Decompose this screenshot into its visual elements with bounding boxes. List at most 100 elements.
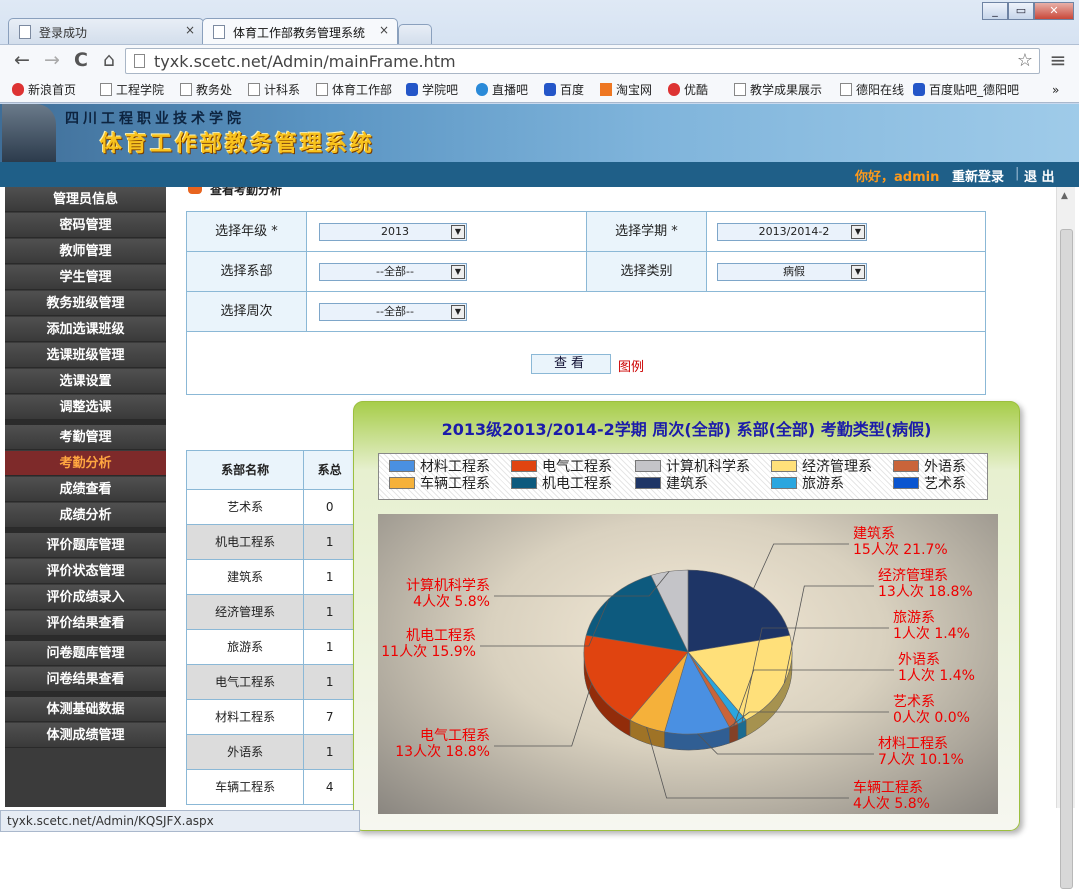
sidebar-item-7[interactable]: 选课设置 bbox=[5, 369, 166, 394]
sidebar-item-18[interactable]: 问卷结果查看 bbox=[5, 667, 166, 692]
slice-value-label: 13人次 18.8% bbox=[878, 584, 973, 600]
sidebar-item-16[interactable]: 评价结果查看 bbox=[5, 611, 166, 636]
sidebar-item-3[interactable]: 学生管理 bbox=[5, 265, 166, 290]
sidebar-item-6[interactable]: 选课班级管理 bbox=[5, 343, 166, 368]
legend-entry: 计算机科学系 bbox=[635, 459, 750, 475]
label-leader-line bbox=[753, 543, 849, 589]
slice-name-label: 经济管理系 bbox=[878, 568, 948, 584]
sidebar-item-15[interactable]: 评价成绩录入 bbox=[5, 585, 166, 610]
legend-swatch bbox=[389, 460, 415, 472]
bookmark-12[interactable]: 百度贴吧_德阳吧 bbox=[913, 81, 1019, 99]
cell-total: 0 bbox=[304, 490, 356, 524]
bookmark-6[interactable]: 直播吧 bbox=[476, 81, 528, 99]
back-icon[interactable]: ← bbox=[10, 49, 34, 73]
cell-total: 4 bbox=[304, 770, 356, 804]
pie-chart: 建筑系15人次 21.7%经济管理系13人次 18.8%旅游系1人次 1.4%外… bbox=[381, 526, 975, 812]
bookmark-3[interactable]: 计科系 bbox=[248, 81, 300, 99]
cell-total: 1 bbox=[304, 525, 356, 559]
legend-link[interactable]: 图例 bbox=[618, 356, 644, 375]
new-tab-button[interactable] bbox=[398, 24, 432, 44]
cell-dept: 车辆工程系 bbox=[187, 770, 305, 804]
grade-select[interactable]: 2013 ▼ bbox=[319, 223, 467, 241]
sidebar-item-2[interactable]: 教师管理 bbox=[5, 239, 166, 264]
relogin-link[interactable]: 重新登录 bbox=[952, 166, 1004, 185]
bookmark-11[interactable]: 德阳在线 bbox=[840, 81, 904, 99]
sidebar-item-19[interactable]: 体测基础数据 bbox=[5, 692, 166, 722]
cell-dept: 机电工程系 bbox=[187, 525, 305, 559]
bookmark-4[interactable]: 体育工作部 bbox=[316, 81, 392, 99]
weibo-icon bbox=[12, 83, 24, 96]
logout-link[interactable]: 退 出 bbox=[1024, 166, 1055, 185]
tab-label: 登录成功 bbox=[39, 26, 88, 40]
table-body: 艺术系 0 机电工程系 1 建筑系 1 经济管理系 1 旅游系 1 电气工程系 1 材料工程系 7 外语系 1… bbox=[187, 490, 356, 805]
term-select[interactable]: 2013/2014-2 ▼ bbox=[717, 223, 867, 241]
bookmark-1[interactable]: 工程学院 bbox=[100, 81, 164, 99]
bookmark-8[interactable]: 淘宝网 bbox=[600, 81, 652, 99]
sidebar-item-4[interactable]: 教务班级管理 bbox=[5, 291, 166, 316]
tab-sports-system[interactable]: 体育工作部教务管理系统 × bbox=[202, 18, 398, 44]
scroll-up-icon[interactable]: ▲ bbox=[1061, 191, 1068, 201]
bookmark-10[interactable]: 教学成果展示 bbox=[734, 81, 822, 99]
tab-login-success[interactable]: 登录成功 × bbox=[8, 18, 204, 44]
sidebar-item-12[interactable]: 成绩分析 bbox=[5, 503, 166, 528]
legend-entry: 旅游系 bbox=[771, 476, 844, 492]
close-tab-icon[interactable]: × bbox=[379, 23, 389, 37]
legend-entry: 机电工程系 bbox=[511, 476, 612, 492]
home-icon[interactable]: ⌂ bbox=[97, 49, 121, 73]
scroll-thumb[interactable] bbox=[1060, 229, 1073, 889]
sidebar-item-14[interactable]: 评价状态管理 bbox=[5, 559, 166, 584]
cell-total: 1 bbox=[304, 560, 356, 594]
bookmark-5[interactable]: 学院吧 bbox=[406, 81, 458, 99]
sidebar-item-9[interactable]: 考勤管理 bbox=[5, 420, 166, 450]
sidebar-item-1[interactable]: 密码管理 bbox=[5, 213, 166, 238]
more-bookmarks-icon[interactable]: » bbox=[1052, 81, 1059, 99]
bookmark-star-icon[interactable]: ☆ bbox=[1017, 50, 1033, 71]
slice-name-label: 电气工程系 bbox=[420, 728, 490, 744]
sidebar-item-20[interactable]: 体测成绩管理 bbox=[5, 723, 166, 748]
sidebar-item-8[interactable]: 调整选课 bbox=[5, 395, 166, 420]
sidebar-item-17[interactable]: 问卷题库管理 bbox=[5, 636, 166, 666]
dept-select[interactable]: --全部-- ▼ bbox=[319, 263, 467, 281]
table-row: 艺术系 0 bbox=[187, 490, 356, 525]
label-leader-line bbox=[494, 682, 593, 747]
bookmark-label: 直播吧 bbox=[492, 83, 529, 97]
legend-swatch bbox=[511, 477, 537, 489]
bookmark-label: 计科系 bbox=[264, 83, 301, 97]
close-window-button[interactable]: ✕ bbox=[1034, 2, 1074, 20]
chart-popup: 2013级2013/2014-2学期 周次(全部) 系部(全部) 考勤类型(病假… bbox=[353, 401, 1020, 831]
header-total: 系总 bbox=[304, 451, 356, 489]
sidebar-item-5[interactable]: 添加选课班级 bbox=[5, 317, 166, 342]
table-row: 车辆工程系 4 bbox=[187, 770, 356, 805]
sidebar-item-0[interactable]: 管理员信息 bbox=[5, 187, 166, 212]
slice-value-label: 11人次 15.9% bbox=[381, 644, 476, 660]
bookmark-9[interactable]: 优酷 bbox=[668, 81, 708, 99]
chevron-down-icon: ▼ bbox=[451, 225, 465, 239]
page-icon bbox=[734, 83, 746, 96]
sidebar-item-11[interactable]: 成绩查看 bbox=[5, 477, 166, 502]
sidebar-item-10[interactable]: 考勤分析 bbox=[5, 451, 166, 476]
table-row: 建筑系 1 bbox=[187, 560, 356, 595]
menu-icon[interactable]: ≡ bbox=[1046, 49, 1070, 73]
address-bar[interactable]: tyxk.scetc.net/Admin/mainFrame.htm ☆ bbox=[125, 48, 1040, 74]
bookmark-2[interactable]: 教务处 bbox=[180, 81, 232, 99]
bookmark-7[interactable]: 百度 bbox=[544, 81, 584, 99]
baidu-paw-icon bbox=[406, 83, 418, 96]
slice-name-label: 车辆工程系 bbox=[853, 779, 923, 796]
week-select[interactable]: --全部-- ▼ bbox=[319, 303, 467, 321]
page-icon bbox=[213, 25, 225, 39]
type-cell: 病假 ▼ bbox=[707, 252, 985, 292]
page-icon bbox=[134, 54, 145, 68]
maximize-button[interactable]: ▭ bbox=[1008, 2, 1034, 20]
page-icon bbox=[316, 83, 328, 96]
sidebar-item-13[interactable]: 评价题库管理 bbox=[5, 528, 166, 558]
close-tab-icon[interactable]: × bbox=[185, 23, 195, 37]
grade-cell: 2013 ▼ bbox=[307, 212, 587, 252]
bookmark-0[interactable]: 新浪首页 bbox=[12, 81, 76, 99]
taobao-icon bbox=[600, 83, 612, 96]
type-select[interactable]: 病假 ▼ bbox=[717, 263, 867, 281]
forward-icon[interactable]: → bbox=[40, 49, 64, 73]
page-scrollbar[interactable]: ▲ bbox=[1056, 187, 1075, 889]
reload-icon[interactable]: C bbox=[69, 49, 93, 73]
minimize-button[interactable]: _ bbox=[982, 2, 1008, 20]
query-button[interactable]: 查看 bbox=[531, 354, 611, 374]
